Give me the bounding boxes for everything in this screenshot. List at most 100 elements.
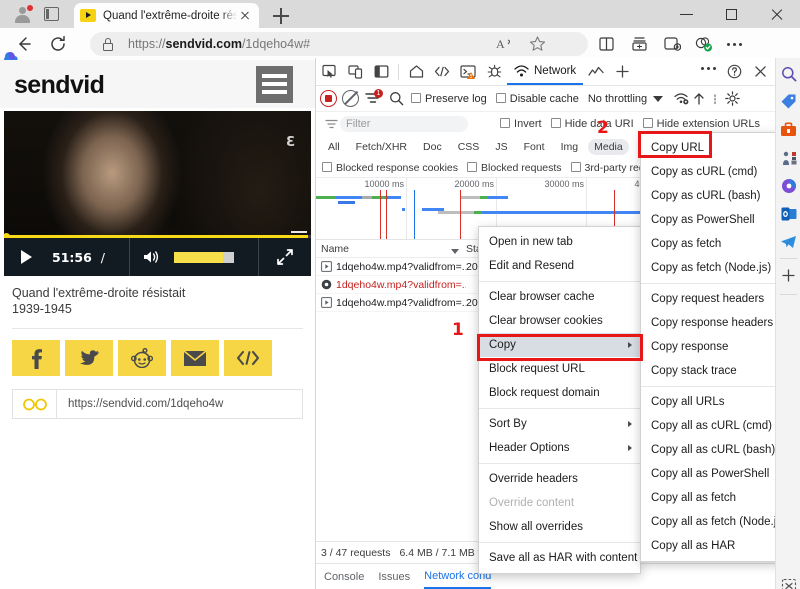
menu-item-block-request-domain[interactable]: Block request domain	[479, 381, 640, 405]
invert-checkbox[interactable]: Invert	[500, 118, 542, 130]
outlook-icon[interactable]	[779, 204, 798, 223]
chip-js[interactable]: JS	[489, 139, 513, 155]
network-settings-gear-icon[interactable]	[722, 86, 742, 112]
reload-icon[interactable]	[48, 34, 68, 54]
email-share-icon[interactable]	[171, 340, 219, 376]
play-button[interactable]	[4, 250, 48, 264]
games-icon[interactable]	[779, 148, 798, 167]
site-logo[interactable]: sendvid	[14, 71, 105, 100]
filter-funnel-icon[interactable]	[322, 111, 340, 137]
menu-item-copy-all-as-powershell[interactable]: Copy all as PowerShell	[641, 462, 781, 486]
filter-input[interactable]: Filter	[340, 116, 468, 132]
chip-font[interactable]: Font	[518, 139, 551, 155]
menu-item-copy-response[interactable]: Copy response	[641, 335, 781, 359]
menu-item-sort-by[interactable]: Sort By	[479, 412, 640, 436]
dock-side-icon[interactable]	[368, 59, 394, 85]
embed-code-icon[interactable]	[224, 340, 272, 376]
hide-data-urls-checkbox[interactable]: Hide data URI	[550, 118, 634, 130]
inspect-element-icon[interactable]	[316, 59, 342, 85]
chip-all[interactable]: All	[322, 139, 346, 155]
site-menu-button[interactable]	[256, 66, 293, 103]
split-screen-icon[interactable]	[597, 35, 616, 53]
profile-avatar-icon[interactable]	[14, 5, 33, 24]
menu-item-header-options[interactable]: Header Options	[479, 436, 640, 460]
browser-settings-more-icon[interactable]	[726, 35, 745, 53]
browser-essentials-icon[interactable]	[694, 35, 713, 53]
add-sidebar-app-icon[interactable]	[779, 266, 798, 285]
blocked-requests-checkbox[interactable]: Blocked requests	[467, 161, 562, 174]
close-tab-icon[interactable]	[237, 8, 253, 24]
drawer-tab-issues[interactable]: Issues	[378, 571, 410, 583]
collections-icon[interactable]	[630, 35, 649, 53]
menu-item-copy-all-urls[interactable]: Copy all URLs	[641, 390, 781, 414]
column-header-name[interactable]: Name	[316, 243, 466, 255]
extensions-icon[interactable]	[662, 35, 682, 53]
export-har-icon[interactable]	[708, 86, 722, 112]
device-toolbar-icon[interactable]	[342, 59, 368, 85]
menu-item-copy-all-as-fetch-nodejs[interactable]: Copy all as fetch (Node.js)	[641, 510, 786, 534]
menu-item-copy-as-fetch[interactable]: Copy as fetch	[641, 232, 781, 256]
new-tab-button[interactable]	[272, 7, 290, 25]
chip-fetch-xhr[interactable]: Fetch/XHR	[350, 139, 413, 155]
twitter-share-icon[interactable]	[65, 340, 113, 376]
tools-icon[interactable]	[779, 120, 798, 139]
favorite-star-icon[interactable]	[528, 35, 547, 53]
read-aloud-icon[interactable]: A	[496, 35, 515, 53]
copy-submenu[interactable]: Copy URL Copy as cURL (cmd) Copy as cURL…	[640, 132, 786, 562]
minimize-button[interactable]	[664, 0, 709, 28]
blocked-response-cookies-checkbox[interactable]: Blocked response cookies	[322, 161, 458, 174]
drawer-tab-console[interactable]: Console	[324, 571, 364, 583]
reddit-share-icon[interactable]	[118, 340, 166, 376]
clear-network-log-icon[interactable]	[342, 90, 359, 107]
devtools-more-tools-icon[interactable]	[699, 59, 721, 85]
devtools-tab-welcome[interactable]	[403, 59, 429, 85]
menu-item-copy-as-curl-cmd[interactable]: Copy as cURL (cmd)	[641, 160, 781, 184]
devtools-add-tab-button[interactable]	[609, 59, 635, 85]
menu-item-copy-all-as-curl-bash[interactable]: Copy all as cURL (bash)	[641, 438, 781, 462]
disable-cache-checkbox[interactable]: Disable cache	[495, 92, 579, 105]
facebook-share-icon[interactable]	[12, 340, 60, 376]
close-window-button[interactable]	[754, 0, 799, 28]
preserve-log-checkbox[interactable]: Preserve log	[411, 92, 487, 105]
menu-item-copy-request-headers[interactable]: Copy request headers	[641, 287, 781, 311]
devtools-tab-elements[interactable]	[429, 59, 455, 85]
back-icon[interactable]	[14, 34, 34, 54]
menu-item-clear-browser-cookies[interactable]: Clear browser cookies	[479, 309, 640, 333]
devtools-tab-sources[interactable]	[481, 59, 507, 85]
volume-slider[interactable]	[174, 251, 235, 263]
menu-item-block-request-url[interactable]: Block request URL	[479, 357, 640, 381]
devtools-tab-performance[interactable]	[583, 59, 609, 85]
shopping-tag-icon[interactable]	[779, 92, 798, 111]
menu-item-show-all-overrides[interactable]: Show all overrides	[479, 515, 640, 539]
fullscreen-button[interactable]	[259, 247, 311, 267]
menu-item-copy-as-curl-bash[interactable]: Copy as cURL (bash)	[641, 184, 781, 208]
import-har-icon[interactable]	[690, 86, 708, 112]
chip-css[interactable]: CSS	[452, 139, 486, 155]
devtools-tab-console[interactable]	[455, 59, 481, 85]
browser-tab[interactable]: Quand l'extrême-droite résistait	[74, 3, 259, 28]
search-network-icon[interactable]	[386, 86, 406, 112]
copilot-icon[interactable]	[779, 176, 798, 195]
menu-item-copy-all-as-fetch[interactable]: Copy all as fetch	[641, 486, 781, 510]
customize-sidebar-icon[interactable]	[779, 576, 798, 589]
chip-doc[interactable]: Doc	[417, 139, 448, 155]
menu-item-edit-and-resend[interactable]: Edit and Resend	[479, 254, 640, 278]
maximize-button[interactable]	[709, 0, 754, 28]
third-party-requests-checkbox[interactable]: 3rd-party requ	[570, 161, 651, 174]
tab-actions-icon[interactable]	[44, 7, 59, 21]
share-link-row[interactable]: https://sendvid.com/1dqeho4w	[12, 389, 303, 419]
record-network-log-icon[interactable]	[320, 90, 337, 107]
menu-item-copy-as-powershell[interactable]: Copy as PowerShell	[641, 208, 781, 232]
menu-item-copy-stack-trace[interactable]: Copy stack trace	[641, 359, 781, 383]
search-icon[interactable]	[779, 64, 798, 83]
menu-item-override-headers[interactable]: Override headers	[479, 467, 640, 491]
menu-item-clear-browser-cache[interactable]: Clear browser cache	[479, 285, 640, 309]
telegram-icon[interactable]	[779, 232, 798, 251]
volume-button[interactable]	[130, 248, 174, 266]
chip-img[interactable]: Img	[555, 139, 585, 155]
menu-item-copy-all-as-har[interactable]: Copy all as HAR	[641, 534, 781, 558]
network-conditions-icon[interactable]	[672, 86, 690, 112]
devtools-help-icon[interactable]	[721, 59, 747, 85]
filter-toggle-icon[interactable]: 1	[364, 89, 383, 107]
menu-item-copy-all-as-curl-cmd[interactable]: Copy all as cURL (cmd)	[641, 414, 781, 438]
